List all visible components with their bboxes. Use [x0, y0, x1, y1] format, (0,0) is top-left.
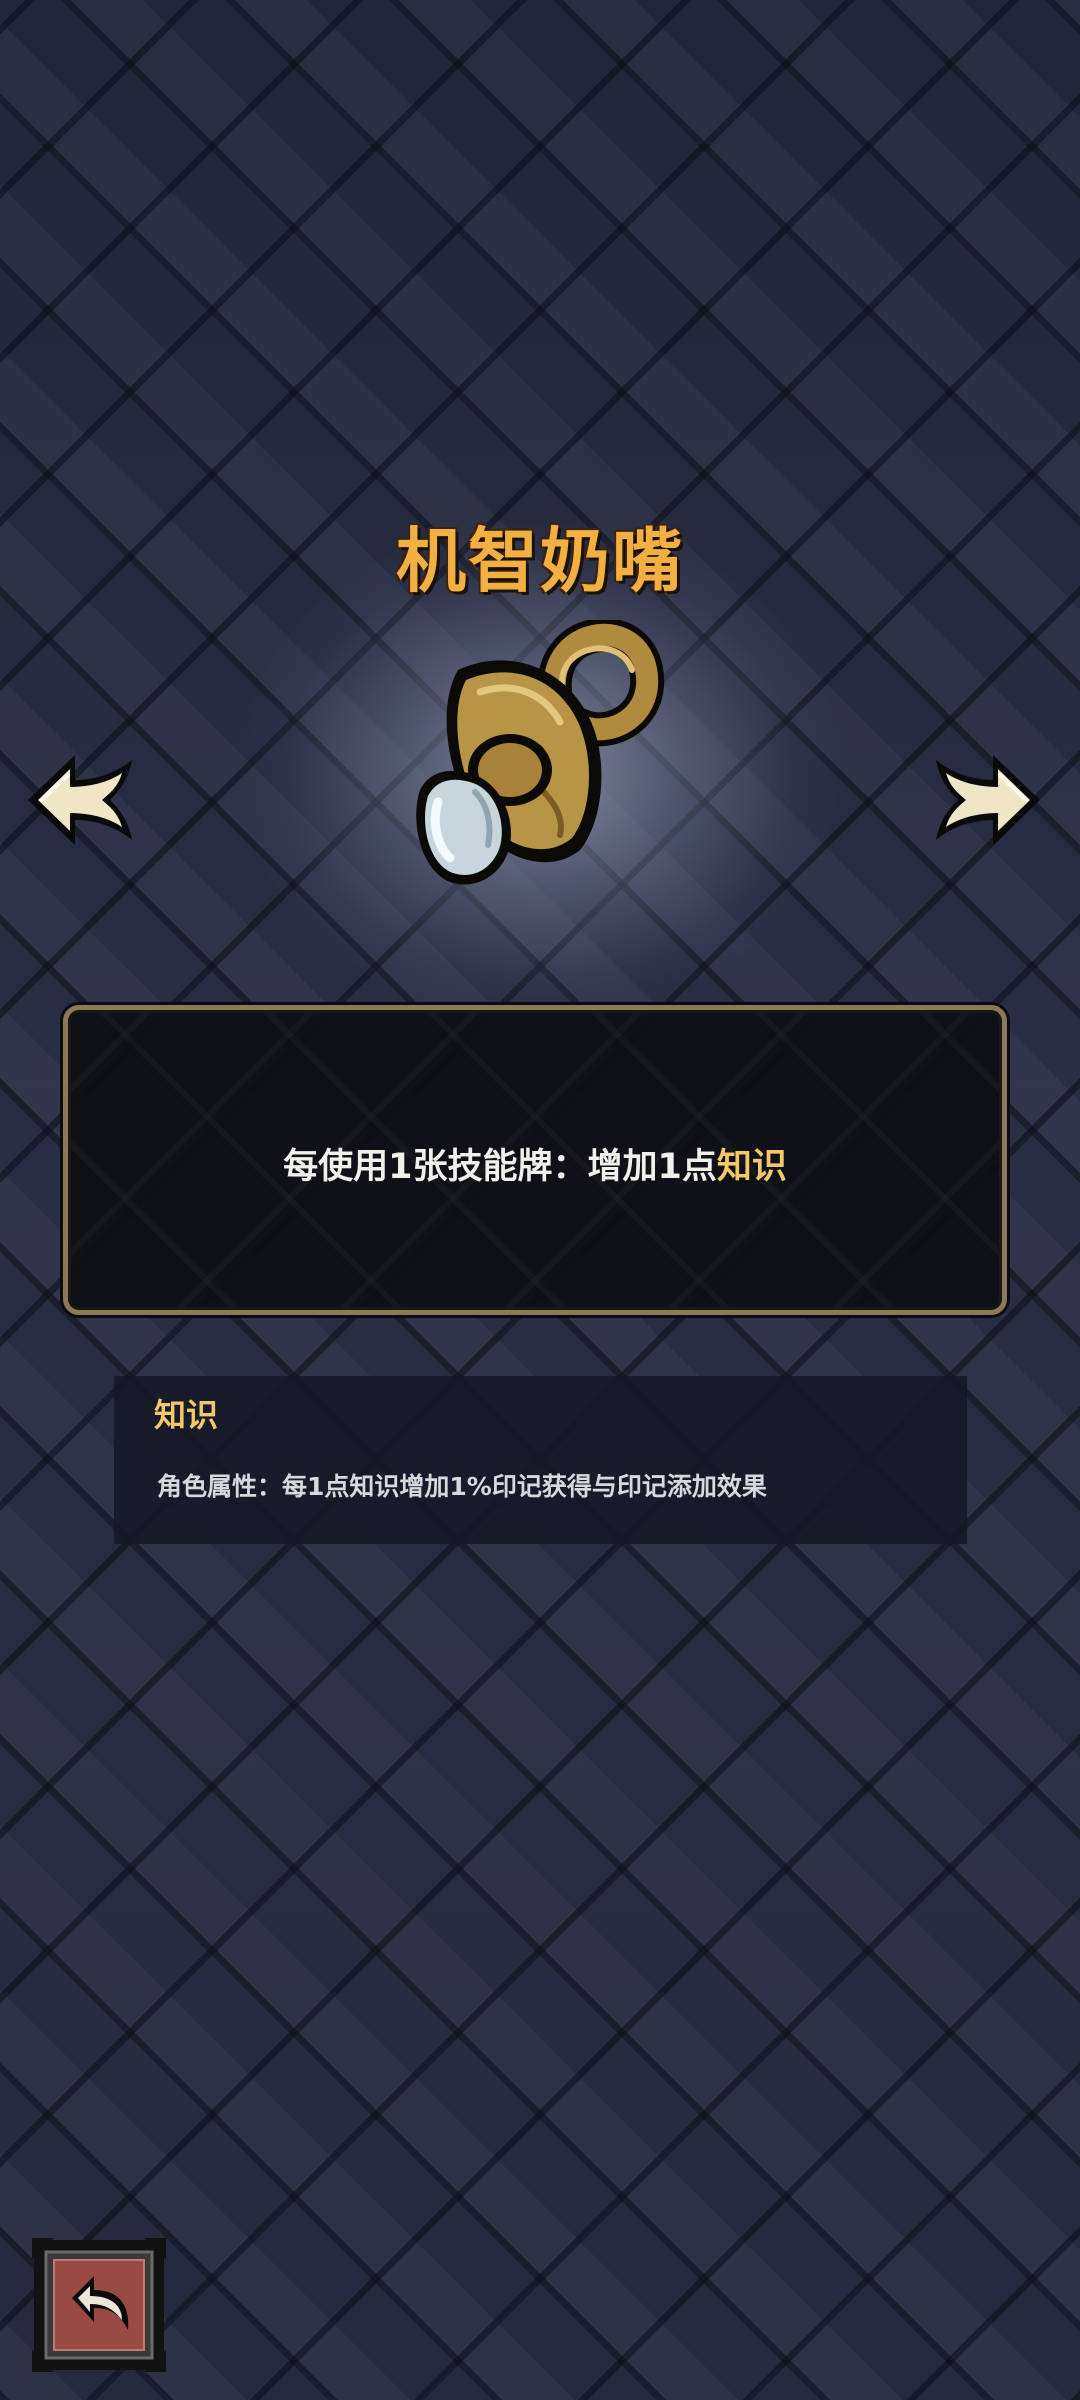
keyword-description: 角色属性：每1点知识增加1%印记获得与印记添加效果 — [157, 1472, 767, 1501]
item-title: 机智奶嘴 — [396, 520, 684, 602]
keyword-info-panel: 知识 角色属性：每1点知识增加1%印记获得与印记添加效果 — [114, 1376, 967, 1544]
next-item-arrow[interactable] — [928, 745, 1048, 855]
keyword-title: 知识 — [154, 1396, 219, 1434]
effect-text-prefix: 每使用1张技能牌：增加1点 — [283, 1147, 717, 1187]
back-button[interactable] — [32, 2238, 166, 2372]
pacifier-icon — [416, 620, 665, 885]
prev-item-arrow[interactable] — [20, 745, 140, 855]
item-effect-text: 每使用1张技能牌：增加1点知识 — [68, 1138, 1002, 1189]
item-description-box: 每使用1张技能牌：增加1点知识 — [63, 1005, 1007, 1315]
effect-keyword: 知识 — [716, 1147, 787, 1187]
